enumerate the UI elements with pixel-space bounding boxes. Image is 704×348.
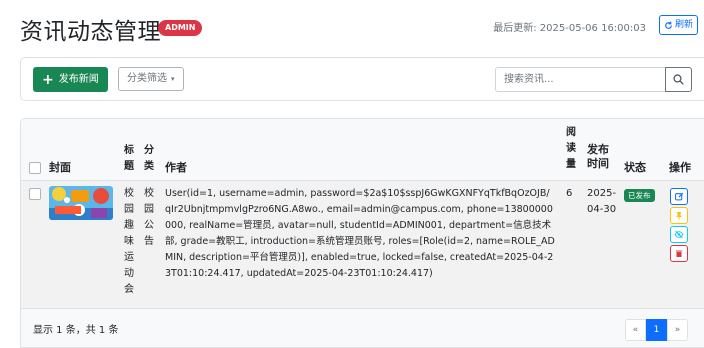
table-header: 封面 标题 分类 作者 阅读量 发布时间 状态 操作 bbox=[21, 119, 704, 181]
delete-button[interactable] bbox=[670, 245, 688, 262]
col-publish-time: 发布时间 bbox=[587, 143, 609, 170]
select-all-checkbox[interactable] bbox=[29, 162, 41, 174]
news-category: 校园公告 bbox=[144, 188, 154, 247]
col-actions: 操作 bbox=[669, 161, 691, 174]
news-management-page: 资讯动态管理 ADMIN 最后更新: 2025-05-06 16:00:03 刷… bbox=[0, 0, 704, 348]
publish-news-button[interactable]: + 发布新闻 bbox=[33, 67, 108, 92]
news-table: 封面 标题 分类 作者 阅读量 发布时间 状态 操作 校园趣味运动会 校园公告 … bbox=[20, 118, 704, 348]
news-reads: 6 bbox=[566, 188, 573, 199]
publish-label: 发布新闻 bbox=[58, 74, 99, 85]
col-cover: 封面 bbox=[49, 161, 71, 174]
caret-down-icon: ▾ bbox=[171, 75, 175, 83]
search-button[interactable] bbox=[665, 67, 692, 92]
news-publish-time: 2025-04-30 bbox=[587, 188, 617, 215]
col-author: 作者 bbox=[165, 161, 187, 174]
news-title[interactable]: 校园趣味运动会 bbox=[124, 186, 136, 298]
table-footer: 显示 1 条，共 1 条 « 1 » bbox=[21, 309, 704, 347]
cover-thumbnail bbox=[49, 186, 113, 220]
col-category: 分类 bbox=[144, 145, 154, 172]
edit-icon bbox=[674, 192, 683, 201]
pagination-summary: 显示 1 条，共 1 条 bbox=[33, 325, 119, 336]
pin-button[interactable] bbox=[670, 207, 688, 224]
plus-icon: + bbox=[42, 71, 54, 88]
next-page-button[interactable]: » bbox=[667, 319, 688, 341]
table-row: 校园趣味运动会 校园公告 User(id=1, username=admin, … bbox=[21, 181, 704, 309]
role-badge: ADMIN bbox=[158, 20, 203, 36]
refresh-button[interactable]: 刷新 bbox=[658, 15, 698, 35]
category-filter-dropdown[interactable]: 分类筛选 ▾ bbox=[118, 67, 184, 91]
trash-icon bbox=[676, 250, 682, 257]
status-badge: 已发布 bbox=[624, 189, 655, 202]
col-title: 标题 bbox=[124, 145, 134, 172]
row-checkbox[interactable] bbox=[29, 188, 41, 200]
page-1-button[interactable]: 1 bbox=[646, 319, 667, 341]
col-reads: 阅读量 bbox=[566, 127, 576, 170]
search-input[interactable] bbox=[495, 67, 666, 92]
eye-slash-icon bbox=[674, 230, 684, 239]
pin-icon bbox=[676, 212, 682, 220]
refresh-icon bbox=[665, 21, 672, 29]
prev-page-button[interactable]: « bbox=[625, 319, 646, 341]
hide-button[interactable] bbox=[670, 226, 688, 243]
refresh-label: 刷新 bbox=[674, 20, 693, 30]
toolbar: + 发布新闻 分类筛选 ▾ bbox=[20, 57, 704, 101]
page-title: 资讯动态管理 bbox=[20, 19, 161, 45]
filter-label: 分类筛选 bbox=[127, 73, 167, 84]
search-icon bbox=[673, 74, 684, 85]
last-updated-text: 最后更新: 2025-05-06 16:00:03 bbox=[493, 23, 646, 34]
news-author: User(id=1, username=admin, password=$2a$… bbox=[165, 188, 555, 279]
col-status: 状态 bbox=[624, 161, 646, 174]
pagination: « 1 » bbox=[625, 319, 688, 341]
edit-button[interactable] bbox=[670, 188, 688, 205]
